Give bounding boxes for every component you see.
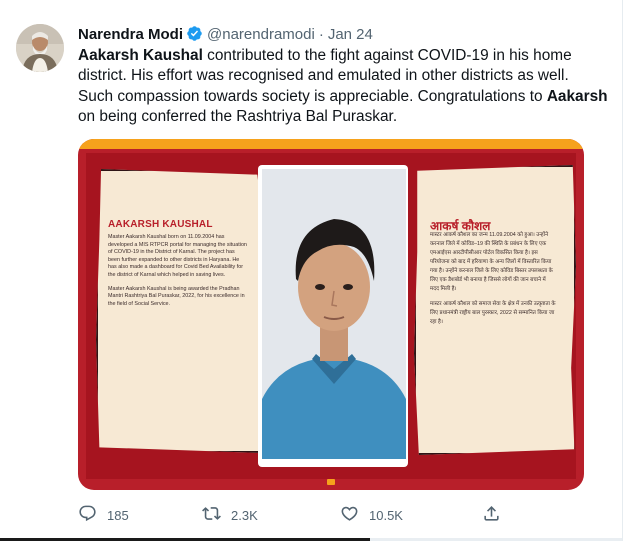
poster-logo-mark bbox=[327, 479, 335, 485]
poster-text-hindi-para: मास्टर आकर्ष कौशल का जन्म 11.09.2004 को … bbox=[430, 232, 553, 292]
poster-text-hindi-para: मास्टर आकर्ष कौशल को समाज सेवा के क्षेत्… bbox=[430, 301, 556, 325]
reply-button[interactable]: 185 bbox=[78, 503, 129, 527]
tweet-text-segment: on being conferred the Rashtriya Bal Pur… bbox=[78, 107, 398, 125]
poster-text-english: Master Aakarsh Kaushal born on 11.09.200… bbox=[108, 234, 248, 308]
verified-badge-icon bbox=[186, 25, 203, 48]
like-icon bbox=[340, 504, 359, 526]
tweet-text: Aakarsh Kaushal contributed to the fight… bbox=[78, 46, 608, 127]
poster-top-stripe bbox=[78, 139, 584, 149]
poster-text-hindi: मास्टर आकर्ष कौशल का जन्म 11.09.2004 को … bbox=[430, 231, 556, 327]
tweet-media-image[interactable]: AAKARSH KAUSHAL Master Aakarsh Kaushal b… bbox=[78, 139, 584, 490]
portrait-photo bbox=[262, 169, 406, 459]
share-button[interactable] bbox=[482, 503, 501, 527]
tweet-actions: 185 2.3K 10.5K bbox=[78, 503, 518, 527]
author-display-name[interactable]: Narendra Modi bbox=[78, 26, 183, 43]
poster-english-panel bbox=[96, 169, 264, 453]
reply-count: 185 bbox=[107, 507, 129, 523]
author-avatar[interactable] bbox=[16, 24, 64, 72]
header-separator: · bbox=[318, 26, 324, 43]
reply-icon bbox=[78, 504, 97, 526]
retweet-button[interactable]: 2.3K bbox=[202, 503, 258, 527]
poster-title-english: AAKARSH KAUSHAL bbox=[108, 219, 213, 230]
retweet-icon bbox=[202, 504, 221, 526]
portrait-illustration bbox=[262, 169, 406, 459]
tweet[interactable]: Narendra Modi @narendramodi · Jan 24 Aakars… bbox=[0, 0, 622, 541]
tweet-text-bold-name: Aakarsh bbox=[546, 87, 608, 105]
share-icon bbox=[482, 504, 501, 526]
poster-text-english-para: Master Aakarsh Kaushal born on 11.09.200… bbox=[108, 234, 247, 278]
column-border bbox=[622, 0, 623, 541]
tweet-date[interactable]: Jan 24 bbox=[328, 26, 373, 43]
avatar-image bbox=[16, 24, 64, 72]
tweet-text-bold-name: Aakarsh Kaushal bbox=[78, 47, 203, 64]
like-count: 10.5K bbox=[369, 507, 403, 523]
tweet-header: Narendra Modi @narendramodi · Jan 24 bbox=[78, 25, 373, 48]
author-handle[interactable]: @narendramodi bbox=[207, 26, 315, 43]
poster-text-english-para: Master Aakarsh Kaushal is being awarded … bbox=[108, 285, 245, 307]
like-button[interactable]: 10.5K bbox=[340, 503, 403, 527]
retweet-count: 2.3K bbox=[231, 507, 258, 523]
